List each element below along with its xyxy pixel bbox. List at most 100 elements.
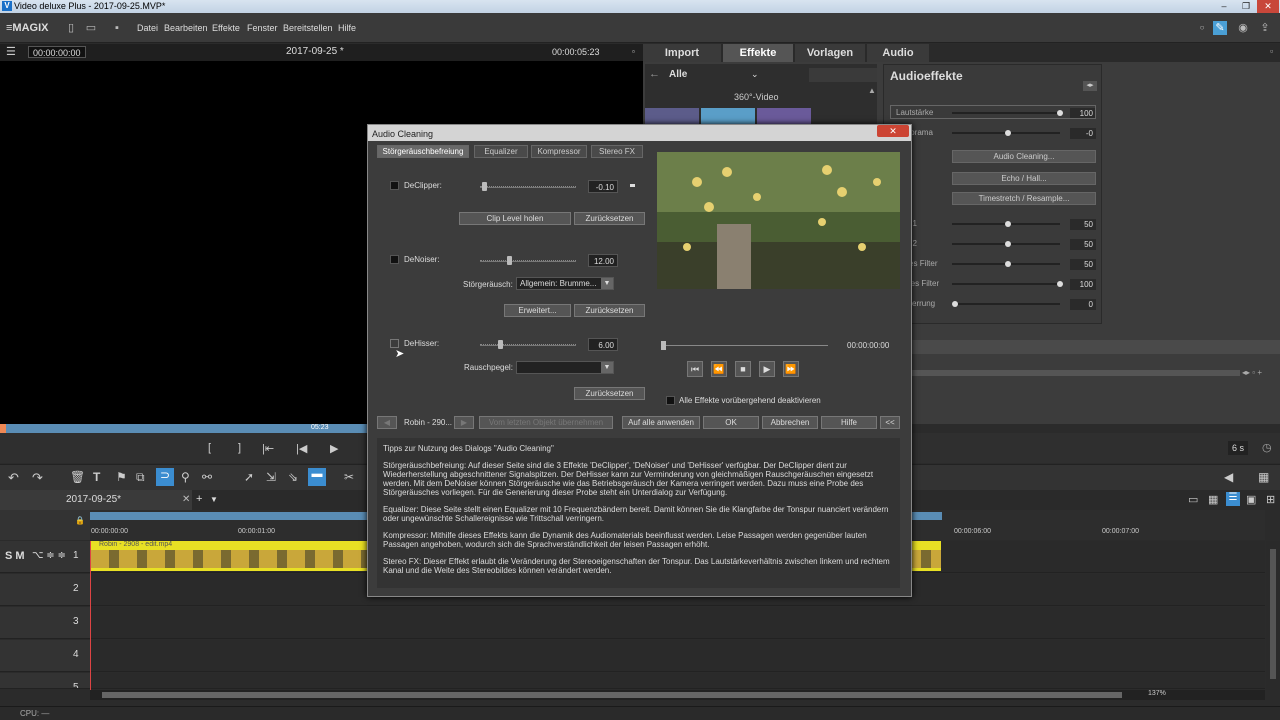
audio-row-slider[interactable] <box>952 283 1060 285</box>
mode-icon[interactable]: ▬ <box>308 468 326 486</box>
audio-row-knob[interactable] <box>1057 110 1063 116</box>
back-arrow-icon[interactable]: ← <box>649 68 660 80</box>
noise-select[interactable]: Allgemein: Brumme... ▼ <box>516 277 614 290</box>
redo-icon[interactable]: ↷ <box>32 470 43 486</box>
denoiser-knob[interactable] <box>507 256 513 265</box>
denoiser-slider[interactable] <box>480 261 576 262</box>
preview-menu-icon[interactable]: ▫ <box>628 46 639 58</box>
unlink-icon[interactable]: ⚯ <box>202 470 212 484</box>
denoiser-checkbox[interactable] <box>390 255 399 264</box>
audio-row-value[interactable]: 0 <box>1070 299 1096 310</box>
hscroll-thumb[interactable] <box>102 692 1122 698</box>
track-5[interactable] <box>90 673 1265 689</box>
declipper-slider[interactable] <box>480 187 576 188</box>
vscroll[interactable] <box>1266 541 1280 690</box>
dehisser-knob[interactable] <box>498 340 504 349</box>
audio-row-value[interactable]: 50 <box>1070 239 1096 250</box>
dehisser-value[interactable]: 6.00 <box>588 338 618 351</box>
go-start-button[interactable]: ⏮ <box>687 361 703 377</box>
stop-button[interactable]: ■ <box>735 361 751 377</box>
timeline-hscroll[interactable]: 137% <box>90 690 1265 700</box>
view-timeline-icon[interactable]: ☰ <box>1226 492 1240 506</box>
advanced-button[interactable]: Erweitert... <box>504 304 571 317</box>
minimize-button[interactable]: – <box>1213 0 1235 13</box>
timecode-start[interactable]: 00:00:00:00 <box>28 46 86 58</box>
rewind-button[interactable]: ⏪ <box>711 361 727 377</box>
menu-fenster[interactable]: Fenster <box>247 23 278 33</box>
save-icon[interactable]: ▪ <box>110 21 124 35</box>
lock-icon[interactable]: 🔒 <box>75 516 85 525</box>
mark-in-icon[interactable]: [ <box>208 442 211 454</box>
track-header-5[interactable]: 5 <box>0 673 90 689</box>
echo-hall-button[interactable]: Echo / Hall... <box>952 172 1096 185</box>
menu-bearbeiten[interactable]: Bearbeiten <box>164 23 208 33</box>
fast-forward-button[interactable]: ⏩ <box>783 361 799 377</box>
ok-button[interactable]: OK <box>703 416 759 429</box>
cancel-button[interactable]: Abbrechen <box>762 416 818 429</box>
close-window-button[interactable]: ✕ <box>1257 0 1279 13</box>
pin-icon[interactable]: ✎ <box>1213 21 1227 35</box>
pointer-icon[interactable]: ➚ <box>244 470 254 484</box>
effect-thumb-2[interactable] <box>701 108 755 124</box>
audio-row-knob[interactable] <box>1004 221 1011 227</box>
take-from-last-button[interactable]: Vom letzten Objekt übernehmen <box>479 416 613 429</box>
chevron-down-icon[interactable]: ⌄ <box>751 69 759 80</box>
add-tab-icon[interactable]: + <box>196 493 202 505</box>
zoom-seconds[interactable]: 6 s <box>1228 441 1249 455</box>
maximize-button[interactable]: ❐ <box>1235 0 1257 13</box>
declipper-knob[interactable] <box>481 182 487 191</box>
scroll-up-icon[interactable]: ▲ <box>868 86 876 95</box>
play-icon[interactable]: ▶ <box>330 442 338 455</box>
denoiser-reset-button[interactable]: Zurücksetzen <box>574 304 645 317</box>
go-start-icon[interactable]: |⇤ <box>262 442 274 455</box>
scissors-icon[interactable]: ✂ <box>344 470 354 484</box>
audio-row-knob[interactable] <box>1004 241 1011 247</box>
play-button[interactable]: ▶ <box>759 361 775 377</box>
pointer-multi-icon[interactable]: ⇘ <box>288 470 298 484</box>
upload-icon[interactable]: ⇪ <box>1258 21 1272 35</box>
track-4[interactable] <box>90 640 1265 672</box>
tab-vorlagen[interactable]: Vorlagen <box>795 44 865 62</box>
clock-icon[interactable]: ◷ <box>1262 441 1272 454</box>
menu-datei[interactable]: Datei <box>137 23 158 33</box>
audio-row-value[interactable]: 100 <box>1070 279 1096 290</box>
more-icon[interactable]: ⊞ <box>1266 493 1275 506</box>
undo-icon[interactable]: ↶ <box>8 470 19 486</box>
close-tab-icon[interactable]: ✕ <box>182 494 190 505</box>
vscroll-thumb[interactable] <box>1270 549 1276 679</box>
dropdown-arrow-icon[interactable]: ▼ <box>601 362 613 373</box>
link-icon[interactable]: ⚲ <box>181 470 190 484</box>
apply-all-button[interactable]: Auf alle anwenden <box>622 416 700 429</box>
rausch-select[interactable]: ▼ <box>516 361 614 374</box>
timestretch-button[interactable]: Timestretch / Resample... <box>952 192 1096 205</box>
track-header-2[interactable]: 2 <box>0 574 90 606</box>
tab-stoergeraeusch[interactable]: Störgeräuschbefreiung <box>377 145 469 158</box>
track-header-3[interactable]: 3 <box>0 607 90 639</box>
dehisser-reset-button[interactable]: Zurücksetzen <box>574 387 645 400</box>
tab-import[interactable]: Import <box>643 44 721 62</box>
loop-icon[interactable]: ⊃ <box>156 468 174 486</box>
zoom-buttons[interactable]: ◂▸ ▫ + <box>1242 368 1262 377</box>
text-icon[interactable]: T <box>93 470 100 484</box>
audio-row-value[interactable]: 50 <box>1070 259 1096 270</box>
declipper-checkbox[interactable] <box>390 181 399 190</box>
pool-scrollbar[interactable] <box>910 370 1240 376</box>
prev-frame-icon[interactable]: |◀ <box>296 442 307 455</box>
view-scenes-icon[interactable]: ▦ <box>1208 493 1218 506</box>
audio-row-slider[interactable] <box>952 303 1060 305</box>
track-header-4[interactable]: 4 <box>0 640 90 672</box>
disc-icon[interactable]: ◉ <box>1236 21 1250 35</box>
player-seek-knob[interactable] <box>661 341 666 350</box>
player-seek-bar[interactable] <box>663 345 828 346</box>
disable-all-checkbox[interactable] <box>666 396 675 405</box>
collapse-button[interactable]: << <box>880 416 900 429</box>
view-story-icon[interactable]: ▭ <box>1188 493 1198 506</box>
marker-icon[interactable]: ⚑ <box>116 470 127 484</box>
dot-icon[interactable]: ○ <box>1195 21 1209 35</box>
zoom-percent[interactable]: 137% <box>1148 690 1166 697</box>
dehisser-slider[interactable] <box>480 345 576 346</box>
audio-row-knob[interactable] <box>1004 261 1011 267</box>
delete-icon[interactable]: 🗑 <box>70 470 85 484</box>
audio-row-value[interactable]: 100 <box>1070 108 1096 119</box>
expand-icon[interactable]: ◂▸ <box>1083 81 1097 91</box>
